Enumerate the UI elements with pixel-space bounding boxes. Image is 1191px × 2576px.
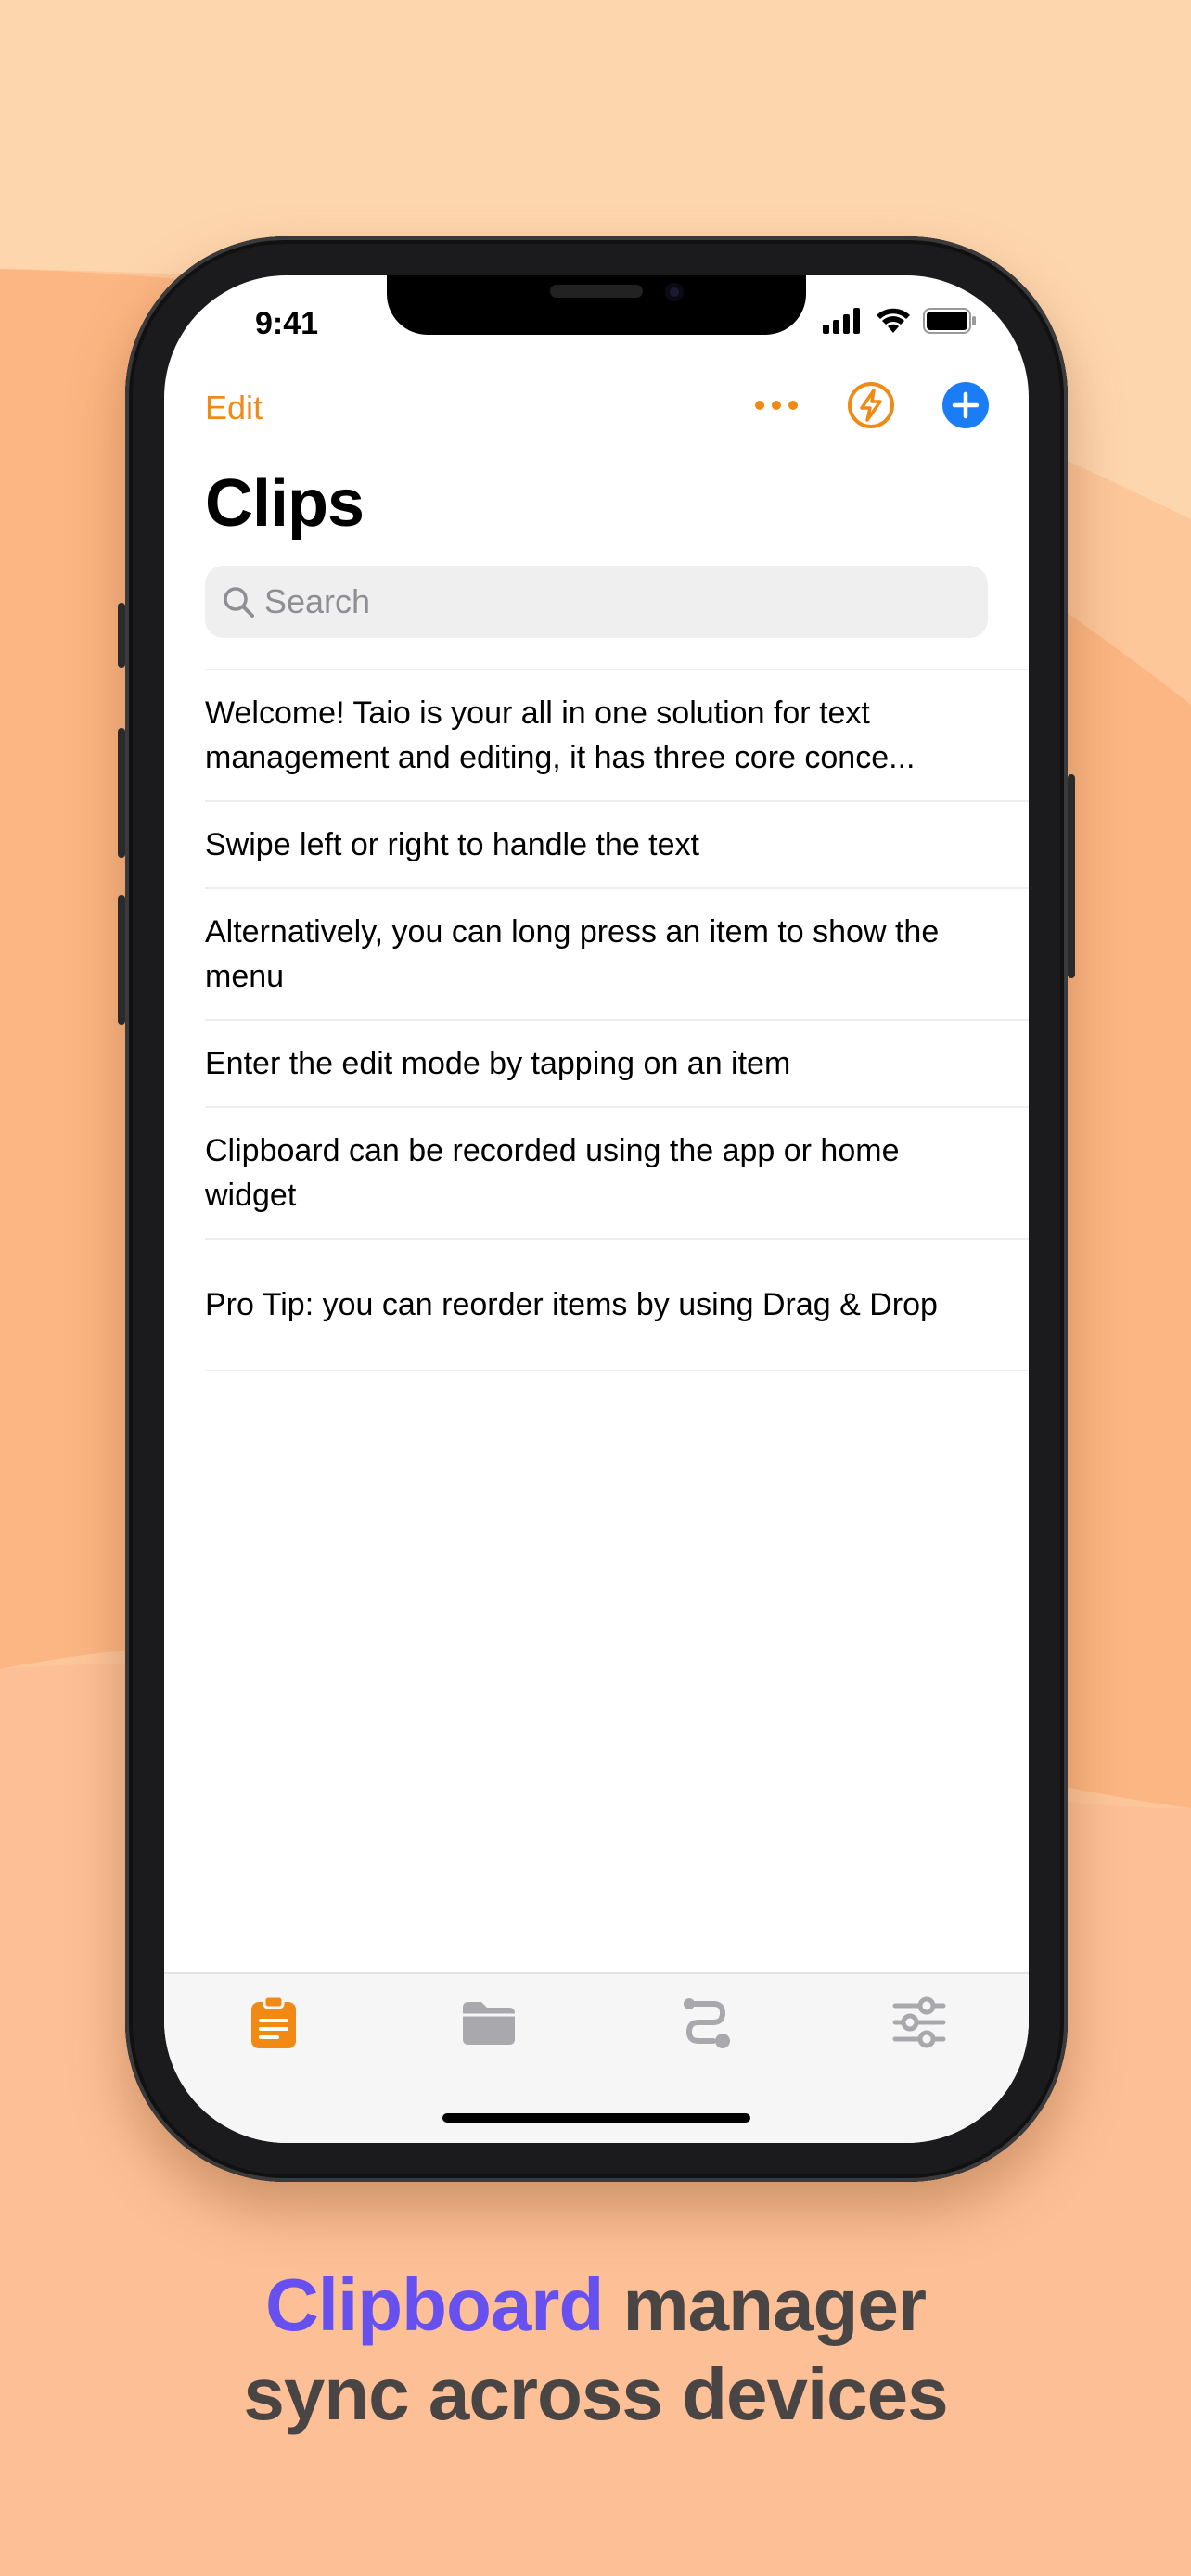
notch: [387, 275, 806, 335]
tab-clips[interactable]: [244, 1993, 303, 2052]
clip-text: Clipboard can be recorded using the app …: [205, 1133, 900, 1213]
status-icons: [823, 307, 977, 335]
mute-switch: [118, 603, 125, 668]
clip-text: Enter the edit mode by tapping on an ite…: [205, 1046, 791, 1081]
status-time: 9:41: [255, 306, 319, 341]
wifi-icon: [877, 308, 910, 333]
lightning-bolt-icon[interactable]: [843, 377, 899, 433]
front-camera: [665, 283, 684, 301]
list-item[interactable]: Swipe left or right to handle the text: [205, 802, 1029, 889]
clip-text: Welcome! Taio is your all in one solutio…: [205, 695, 916, 775]
edit-button[interactable]: Edit: [205, 389, 263, 427]
clip-text: Alternatively, you can long press an ite…: [205, 914, 940, 994]
home-indicator: [442, 2113, 750, 2123]
clip-text: Swipe left or right to handle the text: [205, 827, 699, 862]
clip-text: Pro Tip: you can reorder items by using …: [205, 1287, 938, 1322]
list-item[interactable]: Pro Tip: you can reorder items by using …: [205, 1240, 1029, 1371]
list-item[interactable]: Alternatively, you can long press an ite…: [205, 889, 1029, 1021]
phone-screen: 9:41 Edit Clips Search Welcome! Taio is …: [164, 275, 1029, 2143]
volume-down-button: [118, 895, 125, 1025]
cellular-signal-icon: [823, 308, 860, 334]
tab-settings[interactable]: [890, 1993, 949, 2052]
caption-highlight: Clipboard: [264, 2264, 604, 2346]
power-button: [1068, 774, 1075, 978]
ellipsis-icon: [755, 401, 798, 410]
search-icon: [224, 587, 254, 618]
battery-icon: [923, 308, 976, 334]
add-clip-button[interactable]: [939, 378, 992, 432]
list-item[interactable]: Enter the edit mode by tapping on an ite…: [205, 1021, 1029, 1108]
caption-line-2: sync across devices: [243, 2353, 948, 2435]
volume-up-button: [118, 728, 125, 858]
caption-line-1-rest: manager: [603, 2264, 927, 2346]
search-placeholder: Search: [264, 582, 371, 620]
search-field[interactable]: Search: [205, 566, 988, 638]
tab-actions[interactable]: [676, 1993, 736, 2052]
more-button[interactable]: [749, 379, 804, 431]
caption-line-1: Clipboard manager: [0, 2263, 1191, 2348]
list-item[interactable]: Clipboard can be recorded using the app …: [205, 1108, 1029, 1240]
speaker: [550, 285, 643, 298]
clips-list: Welcome! Taio is your all in one solutio…: [205, 669, 1029, 1371]
list-item[interactable]: Welcome! Taio is your all in one solutio…: [205, 670, 1029, 802]
page-title: Clips: [205, 466, 365, 541]
tab-folders[interactable]: [459, 1993, 519, 2052]
phone-frame: 9:41 Edit Clips Search Welcome! Taio is …: [118, 236, 1075, 2182]
